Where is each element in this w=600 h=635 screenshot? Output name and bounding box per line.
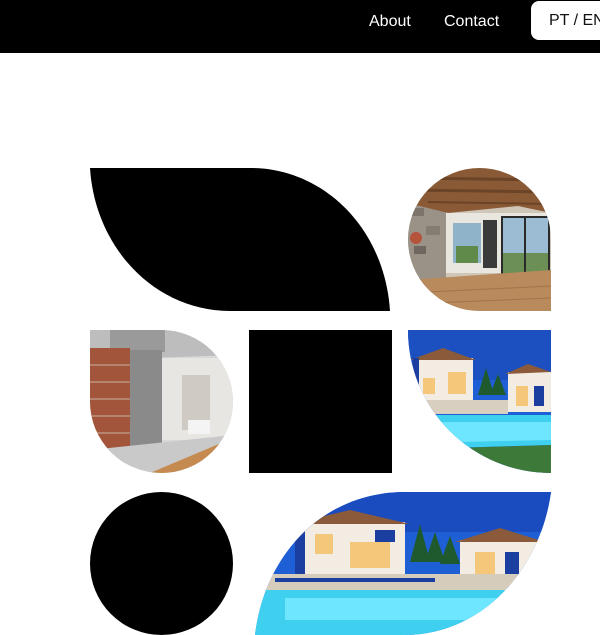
gallery-photo-villa-pool[interactable] — [408, 330, 551, 473]
gallery-photo-villa-pool-wide[interactable] — [255, 492, 551, 635]
nav-link-about[interactable]: About — [369, 12, 411, 32]
leaf-shape — [90, 168, 390, 311]
gallery-photo-living-room[interactable] — [408, 168, 551, 311]
language-switch-button[interactable]: PT / EN — [531, 1, 600, 40]
living-room-image — [408, 168, 551, 311]
renovation-image — [90, 330, 233, 473]
nav-link-contact[interactable]: Contact — [444, 12, 499, 32]
top-navigation-bar: About Contact PT / EN — [0, 0, 600, 53]
circle-shape — [90, 492, 233, 635]
villa-pool-wide-image — [255, 492, 551, 635]
leaf-shape-graphic — [90, 168, 390, 311]
villa-pool-image — [408, 330, 551, 473]
square-shape — [249, 330, 392, 473]
gallery-photo-renovation[interactable] — [90, 330, 233, 473]
